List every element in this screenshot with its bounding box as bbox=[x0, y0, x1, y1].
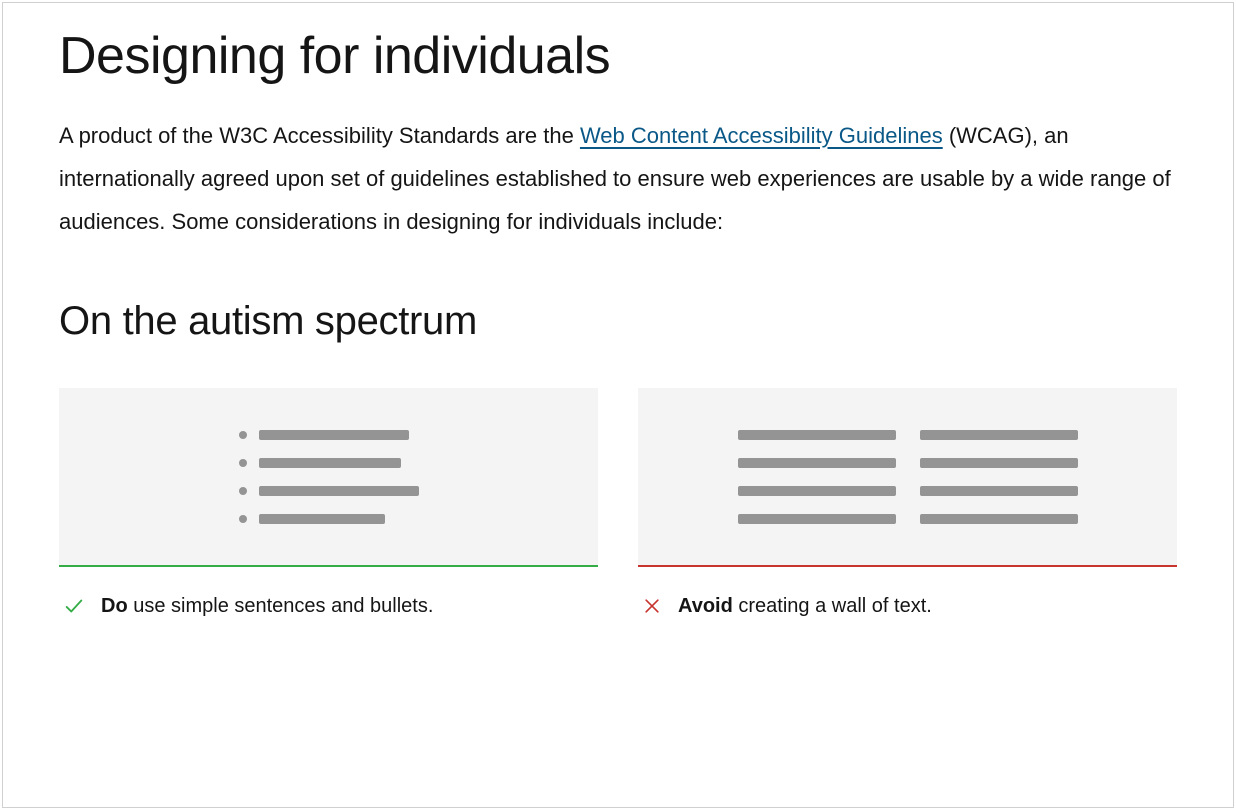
bullet-row bbox=[239, 430, 419, 440]
text-line-graphic bbox=[920, 514, 1078, 524]
bullet-dot-icon bbox=[239, 487, 247, 495]
wcag-link[interactable]: Web Content Accessibility Guidelines bbox=[580, 123, 943, 148]
do-illustration bbox=[59, 388, 598, 567]
text-line-graphic bbox=[920, 430, 1078, 440]
text-line-graphic bbox=[738, 430, 896, 440]
bullet-list-graphic bbox=[239, 430, 419, 524]
text-line-graphic bbox=[259, 458, 401, 468]
wall-column bbox=[738, 430, 896, 524]
section-title: On the autism spectrum bbox=[59, 299, 1177, 344]
text-line-graphic bbox=[920, 458, 1078, 468]
bullet-dot-icon bbox=[239, 431, 247, 439]
text-line-graphic bbox=[920, 486, 1078, 496]
wall-of-text-graphic bbox=[738, 430, 1078, 524]
page-title: Designing for individuals bbox=[59, 27, 1177, 87]
bullet-row bbox=[239, 458, 419, 468]
page-frame: Designing for individuals A product of t… bbox=[2, 2, 1234, 808]
do-caption: Do use simple sentences and bullets. bbox=[59, 567, 598, 621]
avoid-illustration bbox=[638, 388, 1177, 567]
avoid-text: creating a wall of text. bbox=[733, 595, 932, 617]
do-caption-text: Do use simple sentences and bullets. bbox=[101, 591, 433, 621]
bullet-row bbox=[239, 486, 419, 496]
intro-text-pre: A product of the W3C Accessibility Stand… bbox=[59, 123, 580, 148]
text-line-graphic bbox=[738, 514, 896, 524]
text-line-graphic bbox=[738, 486, 896, 496]
text-line-graphic bbox=[259, 514, 385, 524]
avoid-caption: Avoid creating a wall of text. bbox=[638, 567, 1177, 621]
x-icon bbox=[642, 596, 662, 616]
bullet-dot-icon bbox=[239, 459, 247, 467]
wall-column bbox=[920, 430, 1078, 524]
text-line-graphic bbox=[738, 458, 896, 468]
text-line-graphic bbox=[259, 486, 419, 496]
do-card: Do use simple sentences and bullets. bbox=[59, 388, 598, 621]
intro-paragraph: A product of the W3C Accessibility Stand… bbox=[59, 115, 1177, 244]
avoid-caption-text: Avoid creating a wall of text. bbox=[678, 591, 932, 621]
do-label: Do bbox=[101, 595, 128, 617]
bullet-row bbox=[239, 514, 419, 524]
avoid-label: Avoid bbox=[678, 595, 733, 617]
check-icon bbox=[63, 595, 85, 617]
bullet-dot-icon bbox=[239, 515, 247, 523]
cards-row: Do use simple sentences and bullets. bbox=[59, 388, 1177, 621]
avoid-card: Avoid creating a wall of text. bbox=[638, 388, 1177, 621]
do-text: use simple sentences and bullets. bbox=[128, 595, 434, 617]
text-line-graphic bbox=[259, 430, 409, 440]
